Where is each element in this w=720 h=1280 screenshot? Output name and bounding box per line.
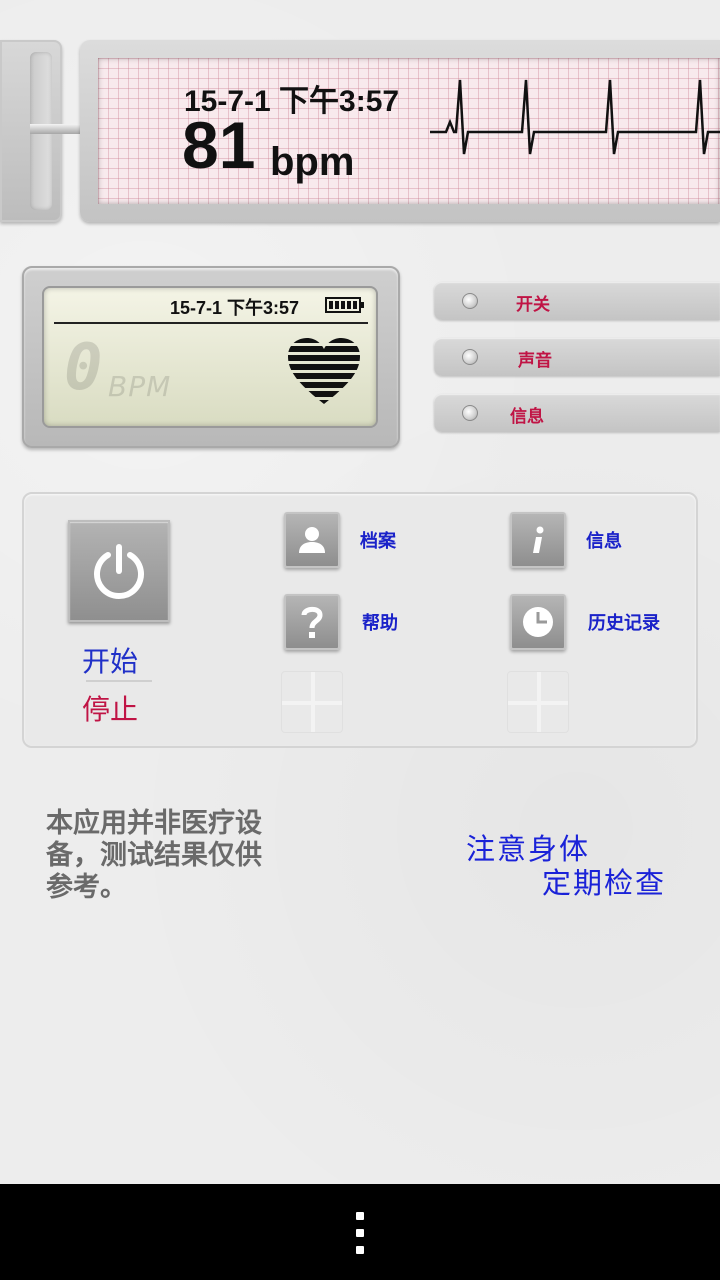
profile-button[interactable] <box>284 512 340 568</box>
toggle-sound-label: 声音 <box>518 351 552 371</box>
heart-icon <box>288 338 360 404</box>
stop-label[interactable]: 停止 <box>82 688 138 728</box>
history-button[interactable] <box>510 594 566 650</box>
history-label[interactable]: 历史记录 <box>588 609 660 635</box>
toggle-sound[interactable]: 声音 <box>434 338 720 376</box>
clock-icon <box>523 607 553 637</box>
health-tip-line-2: 定期检查 <box>542 866 667 900</box>
person-icon <box>299 527 325 553</box>
empty-slot <box>281 671 343 733</box>
ecg-heart-rate-value: 81 <box>182 108 256 182</box>
help-label[interactable]: 帮助 <box>362 609 398 635</box>
question-mark-icon <box>301 606 323 638</box>
info-icon <box>533 526 544 553</box>
help-button[interactable] <box>284 594 340 650</box>
sound-indicator-led <box>462 349 478 365</box>
disclaimer-text: 本应用并非医疗设备，测试结果仅供参考。 <box>46 808 262 903</box>
lcd-date-time: 15-7-1 下午3:57 <box>170 298 300 318</box>
toggle-power[interactable]: 开关 <box>434 282 720 320</box>
info-button[interactable] <box>510 512 566 568</box>
profile-label[interactable]: 档案 <box>360 527 396 553</box>
info-indicator-led <box>462 405 478 421</box>
toggle-info[interactable]: 信息 <box>434 394 720 432</box>
toggle-power-label: 开关 <box>516 295 550 315</box>
lcd-divider <box>54 322 368 324</box>
empty-slot <box>507 671 569 733</box>
lcd-bpm-label: BPM <box>108 370 172 403</box>
start-stop-button[interactable] <box>68 520 170 622</box>
battery-icon <box>325 297 364 313</box>
power-indicator-led <box>462 293 478 309</box>
ecg-heart-rate-unit: bpm <box>270 140 355 184</box>
overflow-menu-icon[interactable] <box>354 1212 366 1254</box>
ecg-waveform-trace <box>430 79 720 155</box>
info-label[interactable]: 信息 <box>586 527 622 553</box>
lcd-bpm-reading: 0 <box>64 331 103 405</box>
power-icon <box>94 544 144 600</box>
start-label[interactable]: 开始 <box>82 640 138 680</box>
start-stop-divider <box>86 680 152 682</box>
toggle-info-label: 信息 <box>510 407 544 427</box>
